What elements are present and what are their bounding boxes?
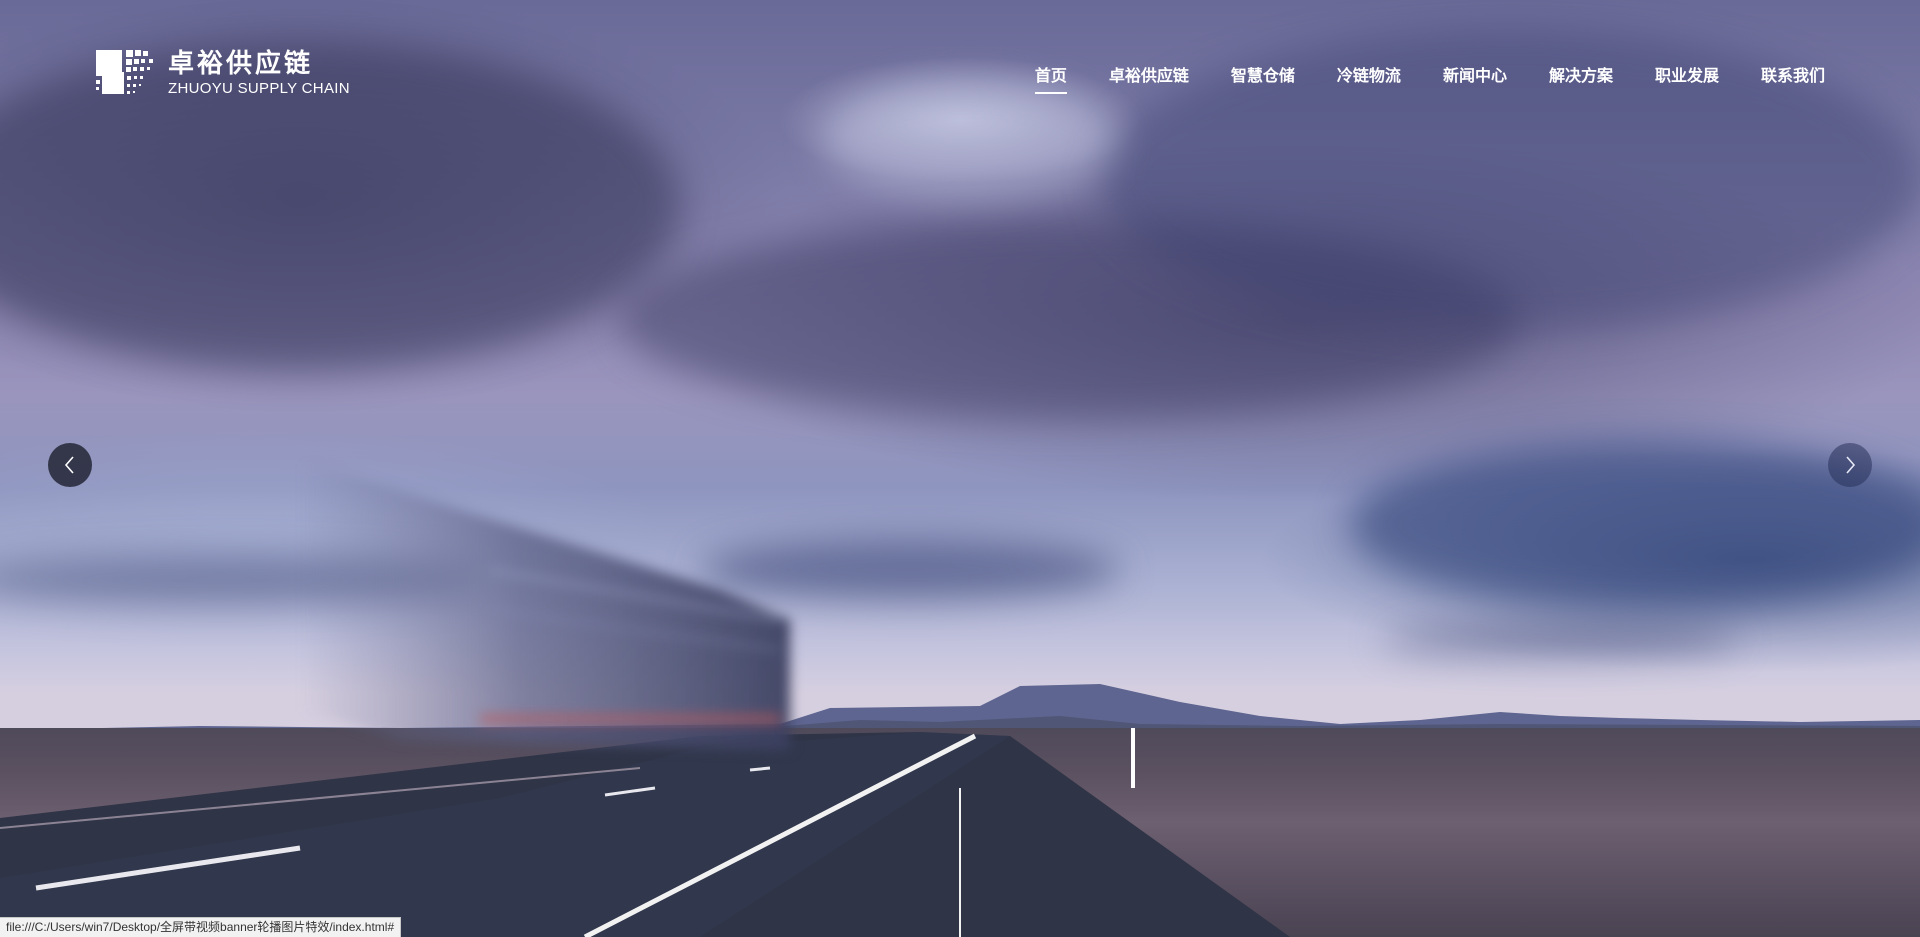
logo-name-cn: 卓裕供应链 <box>168 49 314 79</box>
logo-name-en: ZHUOYU SUPPLY CHAIN <box>168 80 350 97</box>
nav-item-cold-chain[interactable]: 冷链物流 <box>1337 62 1401 94</box>
chevron-right-icon <box>1846 456 1856 474</box>
main-nav: 首页 卓裕供应链 智慧仓储 冷链物流 新闻中心 解决方案 职业发展 联系我们 <box>993 62 1825 94</box>
site-header: 卓裕供应链 ZHUOYU SUPPLY CHAIN 首页 卓裕供应链 智慧仓储 … <box>0 0 1920 140</box>
nav-item-careers[interactable]: 职业发展 <box>1655 62 1719 94</box>
browser-status-bar: file:///C:/Users/win7/Desktop/全屏带视频banne… <box>0 917 402 937</box>
cloud <box>1380 625 1740 655</box>
nav-item-contact[interactable]: 联系我们 <box>1761 62 1825 94</box>
road <box>0 728 1290 937</box>
carousel-prev-button[interactable] <box>48 443 92 487</box>
carousel-next-button[interactable] <box>1828 443 1872 487</box>
nav-item-solutions[interactable]: 解决方案 <box>1549 62 1613 94</box>
banner-image <box>0 0 1920 937</box>
nav-item-supply-chain[interactable]: 卓裕供应链 <box>1109 62 1189 94</box>
logo[interactable]: 卓裕供应链 ZHUOYU SUPPLY CHAIN <box>96 50 350 98</box>
chevron-left-icon <box>64 456 74 474</box>
zhuoyu-logo-icon <box>96 50 156 98</box>
nav-item-home[interactable]: 首页 <box>1034 62 1067 94</box>
logo-text: 卓裕供应链 ZHUOYU SUPPLY CHAIN <box>168 50 350 98</box>
motion-blurred-truck <box>300 460 790 750</box>
nav-item-news[interactable]: 新闻中心 <box>1443 62 1507 94</box>
nav-item-smart-warehousing[interactable]: 智慧仓储 <box>1231 62 1295 94</box>
